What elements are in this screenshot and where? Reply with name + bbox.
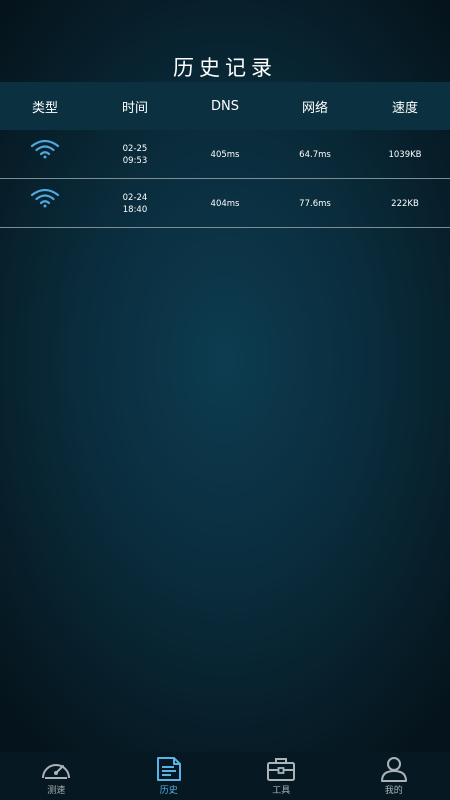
network-cell: 64.7ms: [299, 149, 331, 160]
time-cell: 02-24 18:40: [90, 192, 180, 216]
tab-history[interactable]: 历史: [113, 752, 226, 800]
bottom-tab-bar: 测速 历史 工具 我的: [0, 752, 450, 800]
page-title: 历史记录: [173, 56, 277, 80]
column-header-network: 网络: [301, 100, 328, 116]
speed-cell: 222KB: [391, 198, 419, 209]
type-cell: [0, 131, 90, 178]
toolbox-icon: [267, 758, 296, 781]
time-cell: 02-25 09:53: [90, 143, 180, 167]
tab-label: 工具: [272, 786, 291, 796]
date-text: 02-24: [122, 192, 148, 203]
column-header-time: 时间: [121, 100, 148, 116]
column-header-speed: 速度: [391, 100, 418, 116]
speed-cell: 1039KB: [388, 149, 422, 160]
time-text: 18:40: [122, 204, 148, 215]
time-text: 09:53: [122, 155, 148, 166]
tab-tools[interactable]: 工具: [225, 752, 338, 800]
history-document-icon: [156, 757, 181, 781]
tab-label: 我的: [384, 786, 403, 796]
type-cell: [0, 180, 90, 227]
column-header-type: 类型: [31, 100, 58, 116]
tab-profile[interactable]: 我的: [338, 752, 450, 800]
table-header: 类型 时间 DNS 网络 速度: [0, 82, 450, 130]
speedometer-icon: [42, 764, 71, 779]
tab-speed-test[interactable]: 测速: [0, 752, 113, 800]
dns-cell: 405ms: [210, 149, 240, 160]
wifi-icon: [30, 188, 60, 208]
dns-cell: 404ms: [210, 198, 240, 209]
user-icon: [380, 757, 407, 782]
table-row[interactable]: 02-24 18:40 404ms 77.6ms 222KB: [0, 180, 450, 228]
date-text: 02-25: [122, 143, 148, 154]
tab-label: 测速: [47, 786, 66, 796]
wifi-icon: [30, 139, 60, 159]
column-header-dns: DNS: [211, 98, 239, 114]
network-cell: 77.6ms: [299, 198, 331, 209]
table-row[interactable]: 02-25 09:53 405ms 64.7ms 1039KB: [0, 131, 450, 179]
tab-label: 历史: [159, 786, 178, 796]
